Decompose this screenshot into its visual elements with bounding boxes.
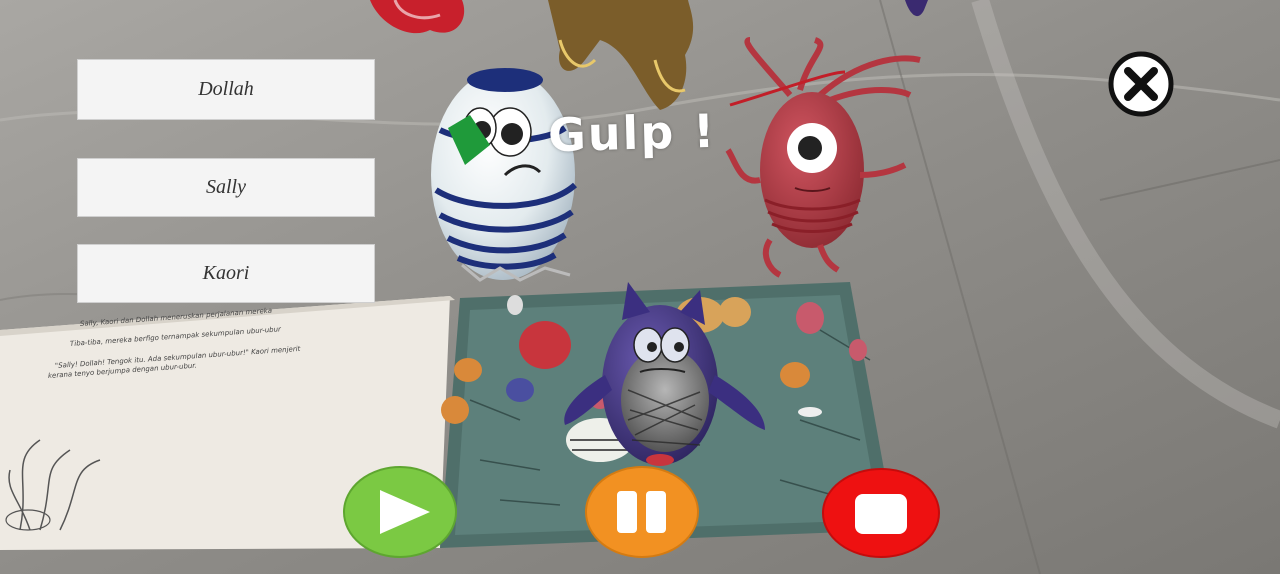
character-button-label: Sally: [206, 176, 246, 198]
pause-icon: [585, 466, 699, 558]
character-button-dollah[interactable]: Dollah: [77, 59, 375, 120]
close-button[interactable]: [1108, 51, 1174, 117]
play-button[interactable]: [342, 466, 458, 558]
character-button-label: Kaori: [202, 262, 250, 284]
character-button-label: Dollah: [198, 78, 254, 100]
pause-button[interactable]: [584, 466, 700, 558]
close-circle-icon: [1108, 51, 1174, 117]
stop-button[interactable]: [821, 466, 941, 558]
play-icon: [343, 466, 457, 558]
stop-icon: [822, 468, 940, 558]
character-button-kaori[interactable]: Kaori: [77, 244, 375, 303]
character-button-sally[interactable]: Sally: [77, 158, 375, 217]
sound-effect-text: Gulp !: [547, 103, 717, 163]
